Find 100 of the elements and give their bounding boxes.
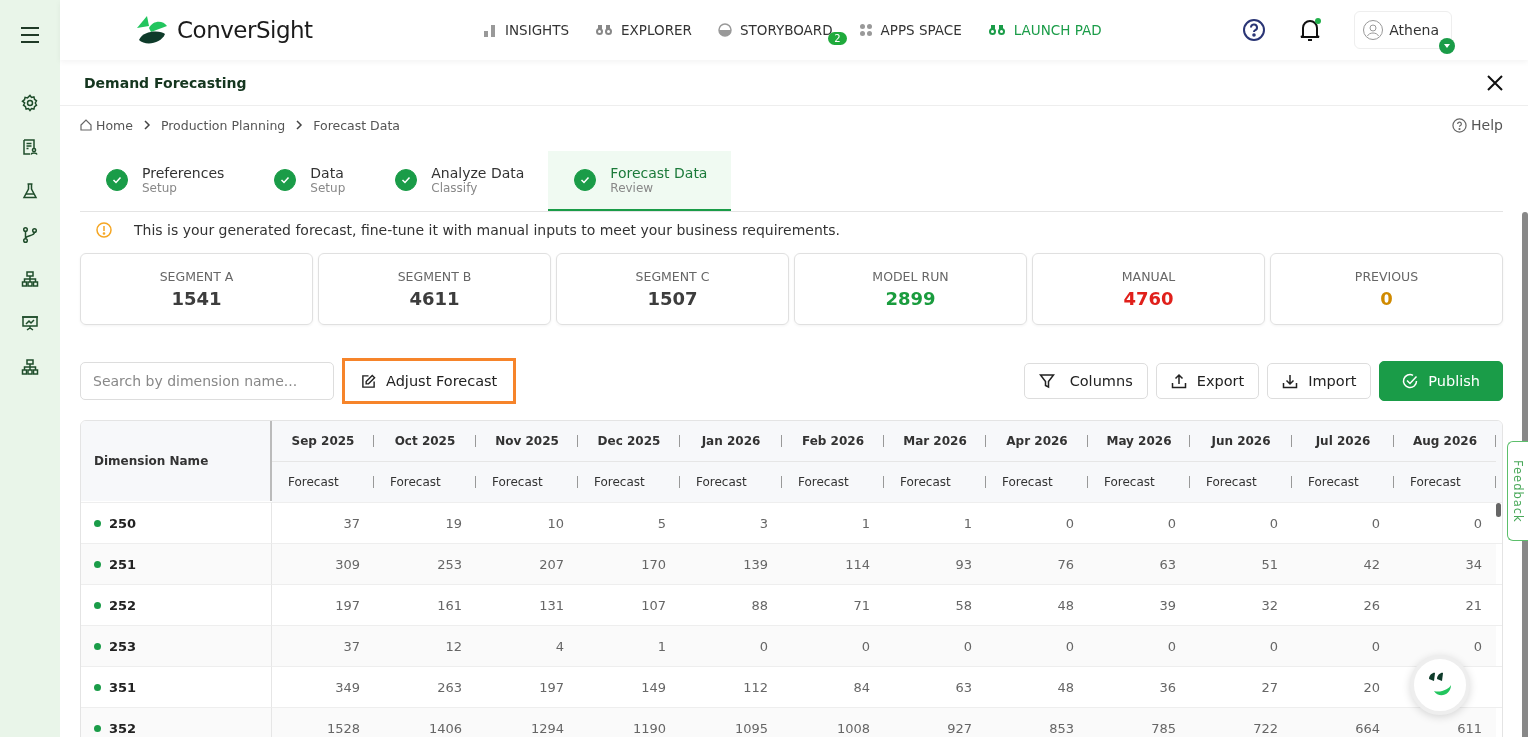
export-button[interactable]: Export	[1155, 363, 1260, 399]
card-label: MODEL RUN	[872, 269, 949, 284]
table-cell: 48	[1057, 679, 1074, 695]
table-cell: 51	[1261, 556, 1278, 572]
table-cell: 785	[1151, 720, 1176, 736]
card-label: PREVIOUS	[1354, 269, 1419, 284]
table-cell: 0	[1065, 638, 1074, 654]
settings-icon[interactable]	[21, 94, 39, 112]
column-header: May 2026	[1106, 434, 1172, 448]
table-cell: 88	[751, 597, 768, 613]
column-header: Jun 2026	[1211, 434, 1271, 448]
breadcrumb-link[interactable]: Forecast Data	[313, 117, 400, 133]
card-label: SEGMENT A	[159, 269, 234, 284]
dimension-name: 252	[109, 597, 137, 613]
table-cell: 37	[343, 515, 360, 531]
table-cell: 19	[445, 515, 462, 531]
table-cell: 1294	[530, 720, 564, 736]
menu-icon[interactable]	[20, 26, 40, 44]
card-label: SEGMENT B	[397, 269, 472, 284]
column-header: Dec 2025	[597, 434, 661, 448]
import-button[interactable]: Import	[1267, 363, 1372, 399]
column-subheader: Forecast	[1206, 475, 1257, 489]
column-subheader: Forecast	[900, 475, 951, 489]
column-header: Feb 2026	[802, 434, 864, 448]
table-cell: 197	[335, 597, 360, 613]
table-cell: 0	[1167, 638, 1176, 654]
page-title: Demand Forecasting	[84, 74, 247, 91]
column-header: Apr 2026	[1006, 434, 1068, 448]
chevron-icon	[295, 120, 304, 130]
table-cell: 32	[1261, 597, 1278, 613]
nav-item[interactable]: LAUNCH PAD	[987, 22, 1102, 38]
dimension-name: 351	[109, 679, 137, 695]
columns-button[interactable]: Columns	[1024, 363, 1148, 399]
upload-icon	[1170, 373, 1187, 389]
table-cell: 1	[963, 515, 972, 531]
table-cell: 139	[743, 556, 768, 572]
help-icon[interactable]	[1242, 18, 1267, 42]
table-cell: 42	[1363, 556, 1380, 572]
hierarchy-icon[interactable]	[21, 270, 39, 288]
dropdown-icon[interactable]	[1439, 38, 1455, 54]
table-cell: 39	[1159, 597, 1176, 613]
step-tab[interactable]: Forecast Data Review	[548, 151, 732, 211]
column-header: Mar 2026	[903, 434, 967, 448]
table-cell: 0	[963, 638, 972, 654]
close-icon[interactable]	[1487, 74, 1503, 91]
branch-icon[interactable]	[21, 226, 39, 244]
table-cell: 253	[437, 556, 462, 572]
table-cell: 664	[1355, 720, 1380, 736]
table-cell: 1	[861, 515, 870, 531]
table-cell: 0	[1371, 515, 1380, 531]
grid-dots-icon	[858, 23, 873, 37]
table-cell: 0	[1167, 515, 1176, 531]
nav-item[interactable]: INSIGHTS	[483, 22, 570, 38]
search-field[interactable]: Search by dimension name...	[80, 362, 334, 400]
step-tab[interactable]: Data Setup	[248, 151, 370, 211]
table-cell: 0	[861, 638, 870, 654]
table-cell: 4	[555, 638, 564, 654]
card-value: 4760	[1123, 288, 1174, 309]
nav-item[interactable]: APPS SPACE	[858, 22, 962, 38]
column-header: Jul 2026	[1315, 434, 1371, 448]
help-icon	[1452, 117, 1468, 133]
table-cell: 34	[1465, 556, 1482, 572]
scrollbar-thumb[interactable]	[1496, 503, 1501, 517]
table-cell: 1008	[836, 720, 870, 736]
table-cell: 1190	[632, 720, 666, 736]
adjust-forecast-button[interactable]: Adjust Forecast	[342, 358, 517, 404]
document-person-icon[interactable]	[21, 138, 39, 156]
column-subheader: Forecast	[1104, 475, 1155, 489]
presentation-chart-icon[interactable]	[21, 314, 39, 332]
table-cell: 161	[437, 597, 462, 613]
breadcrumb-link[interactable]: Production Planning	[160, 117, 286, 133]
dimension-name: 250	[109, 515, 137, 531]
dimension-name: 352	[109, 720, 137, 736]
column-header: Sep 2025	[291, 434, 355, 448]
hierarchy-icon[interactable]	[21, 358, 39, 376]
card-label: MANUAL	[1121, 269, 1176, 284]
step-tab[interactable]: Preferences Setup	[80, 151, 249, 211]
column-header: Dimension Name	[94, 454, 209, 468]
table-cell: 5	[657, 515, 666, 531]
card-value: 2899	[885, 288, 936, 309]
breadcrumb-link[interactable]: Home	[80, 117, 133, 133]
help-link[interactable]: Help	[1452, 117, 1503, 133]
column-subheader: Forecast	[696, 475, 747, 489]
column-header: Aug 2026	[1413, 434, 1477, 448]
table-cell: 21	[1465, 597, 1482, 613]
column-subheader: Forecast	[1410, 475, 1461, 489]
table-cell: 722	[1253, 720, 1278, 736]
table-cell: 309	[335, 556, 360, 572]
table-cell: 1	[657, 638, 666, 654]
table-cell: 927	[947, 720, 972, 736]
table-cell: 12	[445, 638, 462, 654]
column-header: Nov 2025	[495, 434, 559, 448]
bell-icon[interactable]	[1298, 17, 1323, 43]
table-cell: 170	[641, 556, 666, 572]
nav-item[interactable]: EXPLORER	[595, 22, 692, 38]
card-value: 1541	[171, 288, 222, 309]
publish-button[interactable]: Publish	[1379, 361, 1503, 401]
flask-icon[interactable]	[21, 182, 39, 200]
step-tab[interactable]: Analyze Data Classify	[369, 151, 549, 211]
table-cell: 20	[1363, 679, 1380, 695]
